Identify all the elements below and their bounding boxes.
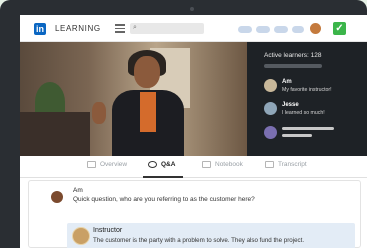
nav-item-2[interactable] [256,26,270,33]
user-avatar[interactable] [310,23,321,34]
tab-overview[interactable]: Overview [87,161,127,168]
chat-author: Am [282,79,292,85]
chat-author: Jesse [282,102,299,108]
live-chat-panel: Active learners: 128 Am My favorite inst… [247,42,367,156]
brand-name: LEARNING [55,24,101,33]
course-tabs: Overview Q&A Notebook Transcript [20,156,367,178]
question-text: Quick question, who are you referring to… [73,196,255,203]
laptop-frame: in LEARNING ⌕ ✓ Active learners: 128 Am … [0,0,367,248]
answer-author: Instructor [93,227,123,234]
nav-item-1[interactable] [238,26,252,33]
app-screen: in LEARNING ⌕ ✓ Active learners: 128 Am … [20,15,367,248]
tab-qa[interactable]: Q&A [148,161,175,168]
tab-label: Transcript [278,161,307,169]
presenter-head [134,56,160,88]
chat-text: I learned so much! [282,110,325,116]
chat-icon [148,161,157,168]
qa-thread: Am Quick question, who are you referring… [28,180,361,248]
tab-label: Overview [100,161,128,169]
answer-card: Instructor The customer is the party wit… [67,223,355,248]
active-learners-count: Active learners: 128 [264,52,322,59]
chat-avatar [264,102,277,115]
chat-message: Jesse I learned so much! [264,102,364,120]
nav-item-3[interactable] [274,26,288,33]
linkedin-logo-icon[interactable]: in [34,23,46,35]
check-icon[interactable]: ✓ [333,22,346,35]
video-background-couch [20,112,90,156]
chat-message-placeholder [264,126,364,144]
presenter-shirt [140,92,156,132]
chat-placeholder-line [282,127,334,130]
transcript-icon [265,161,274,168]
instructor-avatar [72,227,90,245]
top-navbar: in LEARNING ⌕ ✓ [20,15,367,42]
nav-item-4[interactable] [292,26,304,33]
chat-avatar [264,79,277,92]
answer-text: The customer is the party with a problem… [93,237,305,244]
question-avatar [51,191,63,203]
search-icon: ⌕ [133,24,137,31]
video-player[interactable] [20,42,247,156]
presenter-hand [92,102,106,124]
tab-label: Notebook [215,161,243,169]
list-menu-icon[interactable] [115,24,125,33]
chat-placeholder-line [282,134,312,137]
chat-text: My favorite instructor! [282,87,332,93]
question-author: Am [73,187,83,194]
active-learners-bar [264,64,322,68]
active-tab-indicator [143,176,183,178]
chat-message: Am My favorite instructor! [264,79,364,97]
tab-label: Q&A [161,161,176,169]
tab-notebook[interactable]: Notebook [202,161,243,168]
search-input[interactable]: ⌕ [130,23,204,34]
tab-transcript[interactable]: Transcript [265,161,307,168]
webcam [190,7,194,11]
document-icon [87,161,96,168]
notebook-icon [202,161,211,168]
chat-avatar [264,126,277,139]
